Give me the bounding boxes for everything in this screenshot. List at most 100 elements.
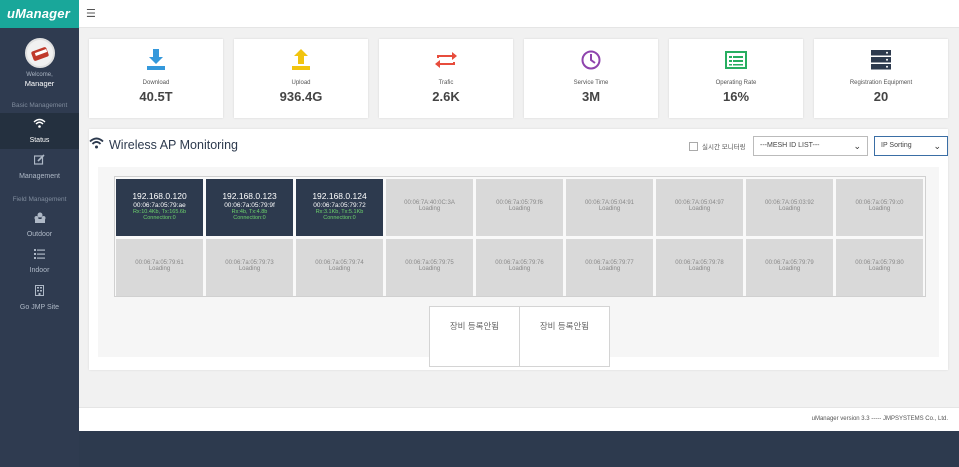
- stat-label: Download: [142, 80, 170, 86]
- ap-tile[interactable]: 00:06:7a:05:79:c0 Loading: [836, 179, 923, 236]
- traffic-icon: [379, 48, 513, 72]
- ap-status: Loading: [868, 266, 891, 272]
- ap-status: Loading: [688, 266, 711, 272]
- bottom-band: [79, 431, 959, 467]
- ap-ip: 192.168.0.124: [312, 191, 367, 201]
- ap-connection: Connection:0: [323, 215, 356, 221]
- brand-logo[interactable]: uManager: [0, 0, 79, 28]
- hamburger-menu-icon[interactable]: ☰: [86, 7, 96, 20]
- stat-card-upload: Upload 936.4G: [234, 39, 368, 118]
- realtime-monitoring-checkbox[interactable]: 실시간 모니터링: [689, 141, 746, 151]
- ap-ip: 192.168.0.120: [132, 191, 187, 201]
- ap-status: Loading: [238, 266, 261, 272]
- stat-label: Trafic: [438, 80, 454, 86]
- ap-tile[interactable]: 00:06:7a:05:79:79 Loading: [746, 239, 833, 296]
- stat-label: Upload: [291, 80, 311, 86]
- ap-status: Loading: [778, 206, 801, 212]
- ap-monitoring-panel: Wireless AP Monitoring 실시간 모니터링 ---MESH …: [89, 129, 948, 370]
- ap-status: Loading: [328, 266, 351, 272]
- ap-ip: 192.168.0.123: [222, 191, 277, 201]
- sidebar: uManager Welcome, Manager Basic Manageme…: [0, 0, 79, 467]
- stat-value: 3M: [581, 89, 601, 104]
- stat-label: Operating Rate: [715, 80, 757, 86]
- ap-tile[interactable]: 00:06:7A:40:0C:3A Loading: [386, 179, 473, 236]
- ip-sorting-select[interactable]: IP Sorting ⌄: [874, 136, 948, 156]
- stat-card-service-time: Service Time 3M: [524, 39, 658, 118]
- welcome-text: Welcome,: [26, 72, 53, 78]
- stat-label: Registration Equipment: [849, 80, 913, 86]
- ap-status: Loading: [688, 206, 711, 212]
- sidebar-item-outdoor[interactable]: Outdoor: [0, 207, 79, 243]
- ap-status: Loading: [418, 266, 441, 272]
- stat-value: 936.4G: [279, 89, 323, 104]
- footer-version-text: uManager version 3.3 ----- JMPSYSTEMS Co…: [811, 416, 948, 422]
- unregistered-device-box[interactable]: 장비 등록안됨: [519, 306, 610, 367]
- ap-tile[interactable]: 00:06:7a:05:79:74 Loading: [296, 239, 383, 296]
- edit-icon: [0, 154, 79, 169]
- ap-tile[interactable]: 192.168.0.120 00:06:7a:05:79:ae Rx:10.4K…: [116, 179, 203, 236]
- server-icon: [814, 48, 948, 72]
- top-bar: ☰: [79, 0, 959, 28]
- stat-card-download: Download 40.5T: [89, 39, 223, 118]
- chevron-down-icon: ⌄: [853, 141, 861, 151]
- avatar: [24, 38, 55, 68]
- sidebar-item-label: Status: [29, 137, 50, 144]
- ap-status: Loading: [148, 266, 171, 272]
- ap-mac: 00:06:7a:05:79:9f: [224, 202, 275, 209]
- ap-tile[interactable]: 00:06:7A:05:04:91 Loading: [566, 179, 653, 236]
- ap-tile[interactable]: 00:06:7a:05:79:61 Loading: [116, 239, 203, 296]
- sidebar-item-go-jmp-site[interactable]: Go JMP Site: [0, 280, 79, 316]
- ap-tile[interactable]: 00:06:7A:05:03:92 Loading: [746, 179, 833, 236]
- list-icon: [0, 248, 79, 263]
- select-value: IP Sorting: [881, 142, 912, 149]
- chevron-down-icon: ⌄: [933, 141, 941, 151]
- ap-status: Loading: [598, 206, 621, 212]
- ap-tile[interactable]: 00:06:7a:05:79:77 Loading: [566, 239, 653, 296]
- stat-card-traffic: Trafic 2.6K: [379, 39, 513, 118]
- stat-card-operating-rate: Operating Rate 16%: [669, 39, 803, 118]
- ap-status: Loading: [508, 266, 531, 272]
- ap-connection: Connection:0: [233, 215, 266, 221]
- ap-tile[interactable]: 00:06:7a:05:79:f6 Loading: [476, 179, 563, 236]
- stat-value: 40.5T: [139, 89, 173, 104]
- footer: uManager version 3.3 ----- JMPSYSTEMS Co…: [79, 407, 959, 431]
- ap-tile[interactable]: 192.168.0.123 00:06:7a:05:79:9f Rx:4b, T…: [206, 179, 293, 236]
- section-basic-management: Basic Management: [11, 102, 68, 109]
- sidebar-item-label: Go JMP Site: [19, 304, 60, 311]
- stat-label: Service Time: [573, 80, 609, 86]
- sidebar-item-status[interactable]: Status: [0, 113, 79, 149]
- unregistered-device-box[interactable]: 장비 등록안됨: [429, 306, 520, 367]
- ap-connection: Connection:0: [143, 215, 176, 221]
- mesh-id-select[interactable]: ---MESH ID LIST--- ⌄: [753, 136, 868, 156]
- ap-tile[interactable]: 00:06:7A:05:04:97 Loading: [656, 179, 743, 236]
- stat-card-registration-equipment: Registration Equipment 20: [814, 39, 948, 118]
- building-icon: [0, 285, 79, 300]
- sidebar-item-label: Outdoor: [26, 231, 53, 238]
- sidebar-item-management[interactable]: Management: [0, 149, 79, 185]
- panel-title: Wireless AP Monitoring: [89, 137, 238, 152]
- rate-icon: [669, 48, 803, 72]
- sidebar-item-label: Indoor: [29, 267, 50, 274]
- outdoor-icon: [0, 212, 79, 227]
- ap-status: Loading: [598, 266, 621, 272]
- section-field-management: Field Management: [12, 196, 67, 203]
- user-name: Manager: [24, 79, 55, 88]
- sidebar-item-label: Management: [19, 173, 60, 180]
- ap-status: Loading: [868, 206, 891, 212]
- checkbox-label: 실시간 모니터링: [702, 144, 746, 151]
- clock-icon: [524, 48, 658, 72]
- checkbox-box[interactable]: [689, 141, 698, 151]
- ap-grid: 192.168.0.120 00:06:7a:05:79:ae Rx:10.4K…: [114, 176, 926, 297]
- profile: Welcome, Manager: [0, 28, 79, 96]
- ap-tile[interactable]: 00:06:7a:05:79:73 Loading: [206, 239, 293, 296]
- download-icon: [89, 48, 223, 72]
- ap-tile[interactable]: 00:06:7a:05:79:75 Loading: [386, 239, 473, 296]
- ap-tile[interactable]: 00:06:7a:05:79:76 Loading: [476, 239, 563, 296]
- sidebar-item-indoor[interactable]: Indoor: [0, 243, 79, 279]
- ap-tile[interactable]: 00:06:7a:05:79:80 Loading: [836, 239, 923, 296]
- ap-status: Loading: [508, 206, 531, 212]
- main-content: Download 40.5T Upload 936.4G Trafic 2.6K…: [79, 28, 959, 407]
- panel-title-text: Wireless AP Monitoring: [109, 137, 238, 152]
- ap-tile[interactable]: 00:06:7a:05:79:78 Loading: [656, 239, 743, 296]
- ap-tile[interactable]: 192.168.0.124 00:06:7a:05:79:72 Rx:3.1Kb…: [296, 179, 383, 236]
